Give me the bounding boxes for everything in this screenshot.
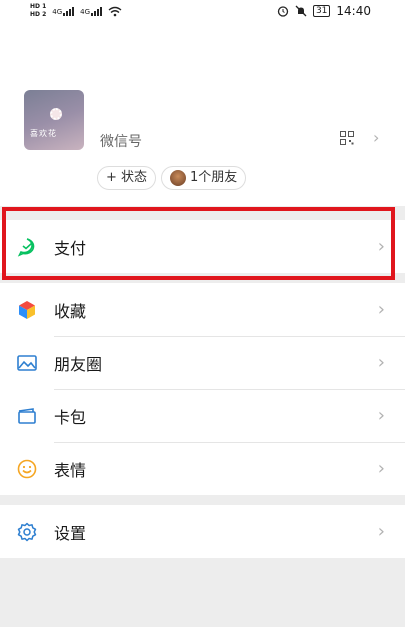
status-bar: HD 1 HD 2 4G 4G 31 14:40 <box>0 0 405 26</box>
friend-avatar-icon <box>170 170 186 186</box>
gear-icon <box>17 522 37 542</box>
settings-section: 设置 › <box>0 505 405 558</box>
battery-indicator: 31 <box>312 5 331 17</box>
services-section: 收藏 › 朋友圈 › 卡包 › 表情 › <box>0 283 405 495</box>
sim-indicator: HD 1 HD 2 <box>30 3 47 18</box>
menu-item-settings[interactable]: 设置 › <box>0 505 405 558</box>
qr-code-icon[interactable] <box>340 131 354 145</box>
wifi-icon <box>108 6 122 16</box>
mute-bell-icon <box>295 5 307 17</box>
flower-icon <box>50 108 62 120</box>
menu-item-moments[interactable]: 朋友圈 › <box>0 336 405 389</box>
profile-header[interactable]: 喜欢花 微信号 › + 状态 1个朋友 <box>0 26 405 206</box>
wechat-id-label: 微信号 <box>100 134 142 150</box>
alarm-icon <box>277 6 289 17</box>
clock: 14:40 <box>336 4 371 18</box>
signal-icon: 4G <box>52 6 75 16</box>
avatar[interactable]: 喜欢花 <box>24 90 84 150</box>
signal-icon-2: 4G <box>80 6 103 16</box>
status-button[interactable]: + 状态 <box>97 166 157 190</box>
sticker-smiley-icon <box>17 459 37 479</box>
menu-item-cards[interactable]: 卡包 › <box>0 389 405 442</box>
card-wallet-icon <box>18 408 36 424</box>
chevron-right-icon: › <box>377 299 385 320</box>
menu-item-stickers[interactable]: 表情 › <box>0 442 405 495</box>
favorites-cube-icon <box>19 301 35 319</box>
chevron-right-icon: › <box>377 521 385 542</box>
chevron-right-icon: › <box>377 405 385 426</box>
chevron-right-icon: › <box>377 458 385 479</box>
highlight-box <box>2 207 395 280</box>
chevron-right-icon: › <box>373 128 380 147</box>
friends-button[interactable]: 1个朋友 <box>161 166 247 190</box>
moments-image-icon <box>17 355 37 371</box>
chevron-right-icon: › <box>377 352 385 373</box>
menu-item-favorites[interactable]: 收藏 › <box>0 283 405 336</box>
